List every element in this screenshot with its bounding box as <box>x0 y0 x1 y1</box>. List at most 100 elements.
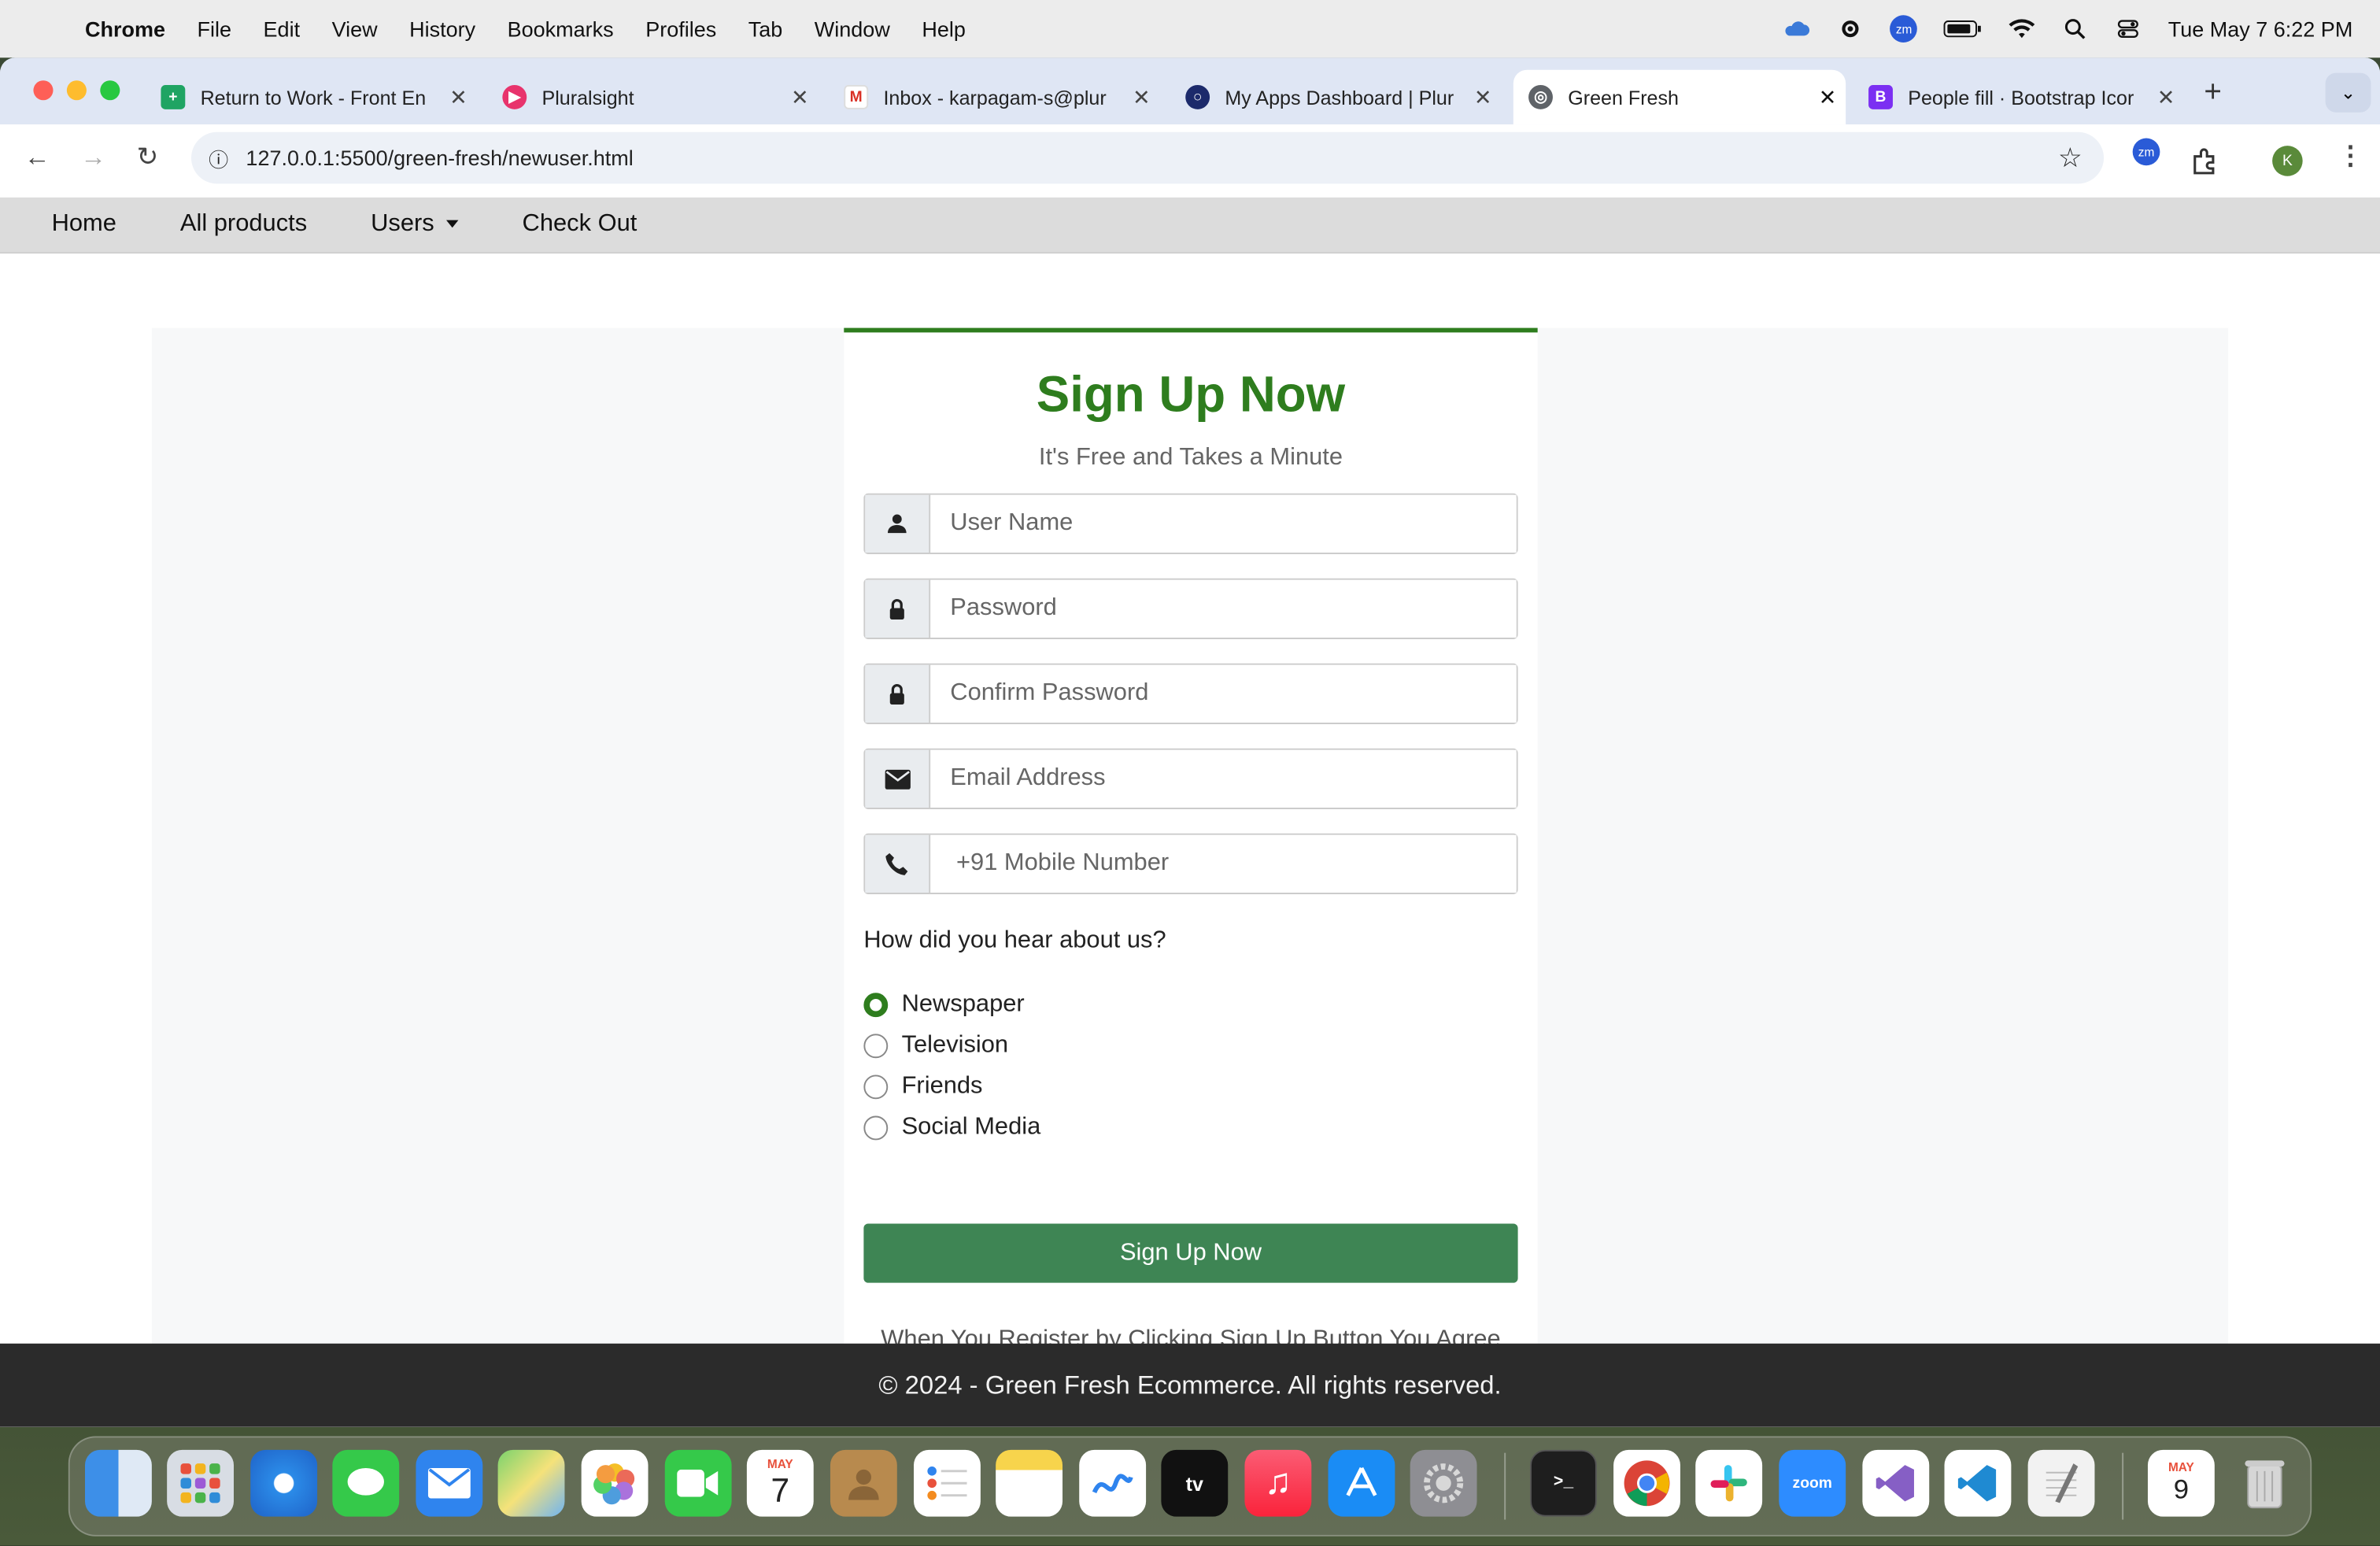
chrome-menu-kebab-icon[interactable]: ⋮ <box>2338 141 2363 172</box>
tab-bootstrap-icons[interactable]: B People fill · Bootstrap Icor ✕ <box>1853 70 2184 124</box>
radio-unchecked-icon[interactable] <box>863 1074 889 1100</box>
close-tab-icon[interactable]: ✕ <box>2148 84 2184 110</box>
browser-toolbar: ← → ↻ ⓘ 127.0.0.1:5500/green-fresh/newus… <box>0 124 2380 198</box>
tab-pluralsight[interactable]: ▶ Pluralsight ✕ <box>487 70 818 124</box>
facetime-icon[interactable] <box>664 1449 732 1517</box>
close-window-button[interactable] <box>33 80 54 101</box>
zoom-extension-icon[interactable]: zm <box>2132 138 2160 166</box>
menu-app-chrome[interactable]: Chrome <box>85 17 165 41</box>
reload-icon[interactable]: ↻ <box>137 142 158 173</box>
web-page: Home All products Users Check Out Sign U… <box>0 197 2380 1427</box>
control-center-icon[interactable] <box>2115 18 2142 39</box>
close-tab-icon[interactable]: ✕ <box>782 84 818 110</box>
visual-studio-icon[interactable] <box>1862 1449 1930 1517</box>
maps-icon[interactable] <box>497 1449 565 1517</box>
signup-subtitle: It's Free and Takes a Minute <box>1038 445 1343 471</box>
radio-social-media[interactable]: Social Media <box>863 1115 1040 1142</box>
radio-checked-icon[interactable] <box>863 993 889 1018</box>
radio-unchecked-icon[interactable] <box>863 1034 889 1059</box>
freeform-icon[interactable] <box>1079 1449 1147 1517</box>
minimize-window-button[interactable] <box>66 80 87 101</box>
zoom-window-button[interactable] <box>100 80 120 101</box>
menu-bookmarks[interactable]: Bookmarks <box>508 17 614 41</box>
menu-view[interactable]: View <box>332 17 378 41</box>
tab-green-fresh[interactable]: ◎ Green Fresh ✕ <box>1513 69 1846 125</box>
menu-history[interactable]: History <box>409 17 475 41</box>
username-input[interactable] <box>930 494 1517 553</box>
password-group <box>863 578 1518 639</box>
notes-icon[interactable] <box>996 1449 1063 1517</box>
tab-search-chevron-icon[interactable]: ⌄ <box>2325 72 2371 113</box>
bookmark-star-icon[interactable]: ☆ <box>2058 142 2082 174</box>
menu-profiles[interactable]: Profiles <box>645 17 716 41</box>
tab-return-to-work[interactable]: + Return to Work - Front En ✕ <box>146 70 476 124</box>
system-settings-icon[interactable] <box>1410 1449 1477 1517</box>
photos-icon[interactable] <box>581 1449 649 1517</box>
menu-help[interactable]: Help <box>922 17 966 41</box>
tab-label: Green Fresh <box>1568 85 1680 109</box>
wifi-icon[interactable] <box>2009 18 2036 39</box>
calendar-document-icon[interactable]: MAY 9 <box>2147 1449 2215 1517</box>
vscode-icon[interactable] <box>1944 1449 2012 1517</box>
forward-arrow-icon[interactable]: → <box>80 142 106 173</box>
battery-icon[interactable] <box>1943 18 1983 39</box>
signup-submit-button[interactable]: Sign Up Now <box>863 1223 1518 1283</box>
zoom-menubar-icon[interactable]: zm <box>1890 15 1918 43</box>
new-tab-plus-icon[interactable]: + <box>2204 76 2222 110</box>
back-arrow-icon[interactable]: ← <box>24 142 50 173</box>
url-text[interactable]: 127.0.0.1:5500/green-fresh/newuser.html <box>246 146 633 170</box>
email-input[interactable] <box>930 749 1517 808</box>
close-tab-icon[interactable]: ✕ <box>1465 84 1501 110</box>
password-input[interactable] <box>930 579 1517 638</box>
finder-icon[interactable] <box>85 1449 152 1517</box>
chrome-icon[interactable] <box>1613 1449 1680 1517</box>
menu-window[interactable]: Window <box>815 17 890 41</box>
radio-label: Friends <box>901 1073 983 1100</box>
messages-icon[interactable] <box>332 1449 400 1517</box>
nav-all-products-link[interactable]: All products <box>180 211 307 239</box>
gear-status-icon[interactable] <box>1837 18 1864 39</box>
app-store-icon[interactable] <box>1328 1449 1395 1517</box>
nav-home-link[interactable]: Home <box>52 211 116 239</box>
mobile-input[interactable] <box>930 834 1517 893</box>
launchpad-icon[interactable] <box>167 1449 235 1517</box>
site-info-icon[interactable]: ⓘ <box>191 143 246 172</box>
address-bar[interactable]: ⓘ 127.0.0.1:5500/green-fresh/newuser.htm… <box>191 131 2105 184</box>
radio-television[interactable]: Television <box>863 1032 1008 1060</box>
close-tab-icon[interactable]: ✕ <box>1809 84 1846 110</box>
contacts-icon[interactable] <box>830 1449 897 1517</box>
menubar-clock[interactable]: Tue May 7 6:22 PM <box>2168 17 2353 41</box>
mobile-group <box>863 833 1518 894</box>
reminders-icon[interactable] <box>914 1449 981 1517</box>
tab-my-apps-dashboard[interactable]: ○ My Apps Dashboard | Plur ✕ <box>1170 70 1501 124</box>
menu-tab[interactable]: Tab <box>748 17 783 41</box>
calendar-icon[interactable]: MAY 7 <box>746 1449 814 1517</box>
zoom-app-icon[interactable]: zoom <box>1779 1449 1846 1517</box>
extensions-puzzle-icon[interactable] <box>2190 146 2221 176</box>
slack-icon[interactable] <box>1695 1449 1763 1517</box>
safari-icon[interactable] <box>250 1449 318 1517</box>
lock-icon <box>865 664 931 723</box>
music-icon[interactable]: ♫ <box>1244 1449 1312 1517</box>
radio-newspaper[interactable]: Newspaper <box>863 991 1025 1019</box>
close-tab-icon[interactable]: ✕ <box>1123 84 1159 110</box>
menu-edit[interactable]: Edit <box>264 17 301 41</box>
mail-icon[interactable] <box>416 1449 483 1517</box>
nav-users-dropdown[interactable]: Users <box>371 211 459 239</box>
confirm-password-input[interactable] <box>930 664 1517 723</box>
menu-file[interactable]: File <box>198 17 232 41</box>
gmail-favicon-icon: M <box>844 85 869 109</box>
spotlight-search-icon[interactable] <box>2062 18 2090 39</box>
radio-friends[interactable]: Friends <box>863 1074 982 1101</box>
cloud-sync-icon[interactable] <box>1784 18 1812 39</box>
apple-tv-icon[interactable]: tv <box>1161 1449 1229 1517</box>
nav-checkout-link[interactable]: Check Out <box>523 211 638 239</box>
tab-gmail-inbox[interactable]: M Inbox - karpagam-s@plur ✕ <box>829 70 1159 124</box>
textedit-icon[interactable] <box>2027 1449 2095 1517</box>
trash-icon[interactable] <box>2231 1450 2298 1517</box>
close-tab-icon[interactable]: ✕ <box>440 84 476 110</box>
terminal-icon[interactable]: >_ <box>1530 1449 1597 1517</box>
profile-avatar[interactable]: K <box>2272 146 2303 176</box>
radio-unchecked-icon[interactable] <box>863 1115 889 1141</box>
caret-down-icon <box>446 220 459 228</box>
